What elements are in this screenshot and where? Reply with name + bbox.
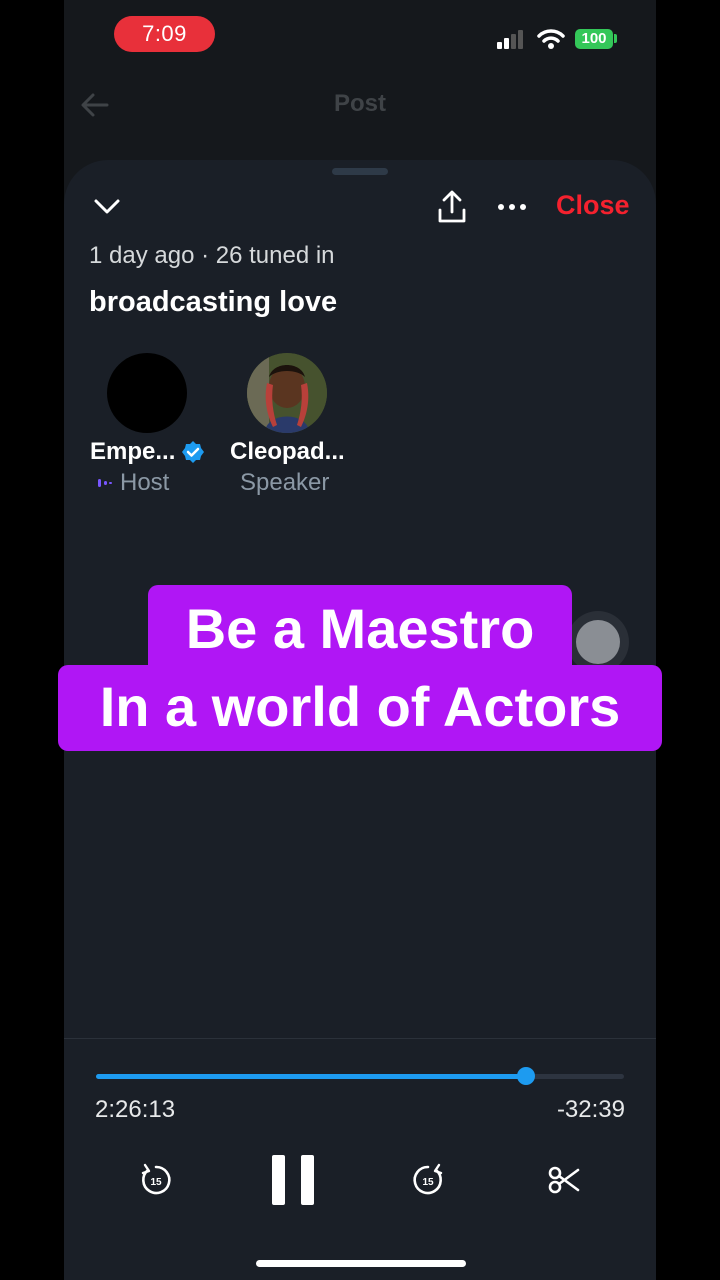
battery-tip (614, 34, 617, 43)
avatar-host[interactable] (107, 353, 187, 433)
progress-fill (96, 1074, 527, 1079)
pause-icon[interactable] (272, 1155, 314, 1205)
audio-wave-icon (98, 479, 112, 487)
caption-line-1: Be a Maestro (148, 585, 572, 675)
participant-name-speaker: Cleopad... (230, 438, 345, 465)
progress-track[interactable] (96, 1067, 624, 1085)
participant-role-speaker: Speaker (240, 469, 330, 496)
home-indicator[interactable] (256, 1260, 466, 1267)
space-title: broadcasting love (89, 286, 338, 318)
participant-role-host: Host (120, 469, 170, 496)
verified-icon (182, 441, 204, 463)
page-title: Post (333, 90, 386, 117)
close-button[interactable]: Close (556, 190, 630, 221)
sheet-drag-handle[interactable] (332, 168, 388, 175)
forward-15-icon[interactable]: 15 (411, 1162, 445, 1198)
more-icon[interactable] (497, 202, 527, 212)
rewind-15-label: 15 (150, 1177, 162, 1188)
floating-button[interactable] (576, 620, 620, 664)
avatar-speaker[interactable] (247, 353, 327, 433)
remaining-time: -32:39 (556, 1096, 625, 1123)
caption-line-2: In a world of Actors (58, 665, 662, 751)
participant-name-host: Empe... (90, 438, 176, 465)
battery-indicator: 100 (575, 29, 613, 49)
player-divider (64, 1038, 656, 1039)
space-meta: 1 day ago · 26 tuned in (89, 242, 335, 269)
wifi-icon (537, 29, 565, 49)
share-icon[interactable] (437, 190, 467, 224)
rewind-15-icon[interactable]: 15 (139, 1162, 173, 1198)
forward-15-label: 15 (422, 1177, 434, 1188)
signal-icon (497, 30, 523, 49)
elapsed-time: 2:26:13 (95, 1096, 176, 1123)
status-time: 7:09 (114, 16, 215, 52)
chevron-down-icon[interactable] (93, 198, 121, 216)
scissors-icon[interactable] (548, 1166, 580, 1194)
